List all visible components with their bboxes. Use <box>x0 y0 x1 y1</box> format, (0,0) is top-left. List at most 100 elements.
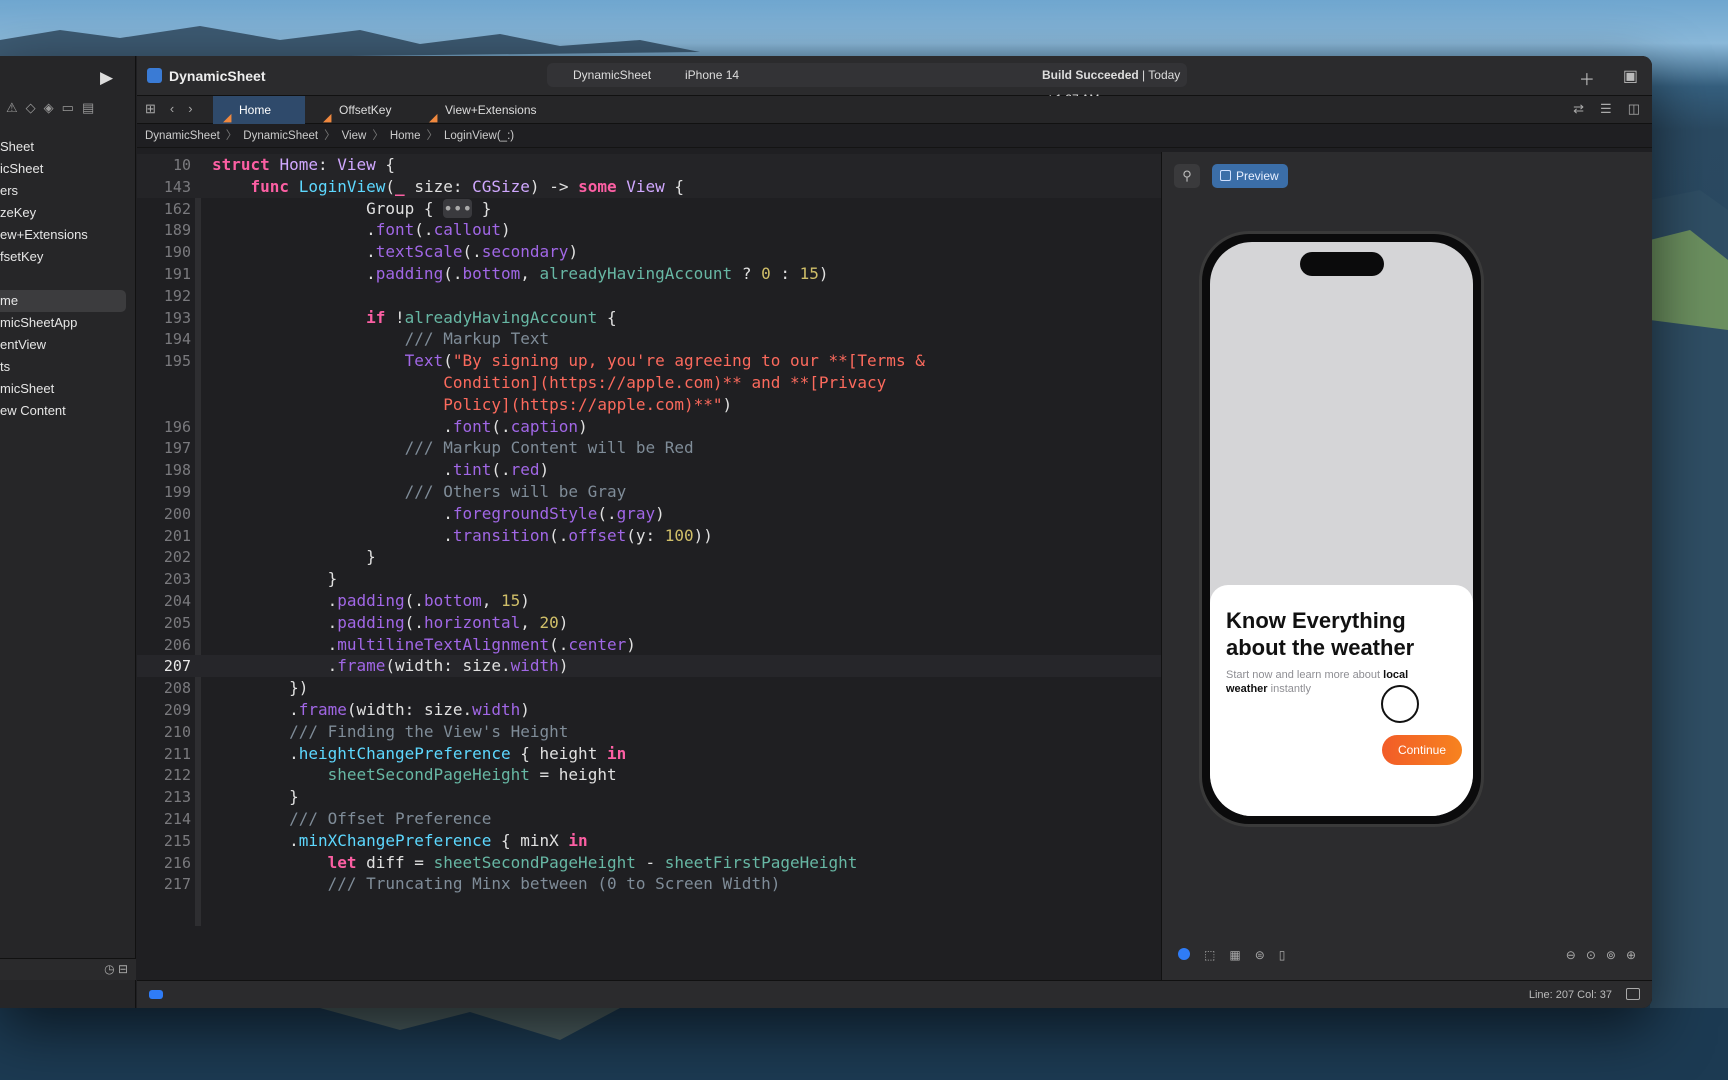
back-icon[interactable]: ‹ <box>170 101 174 117</box>
tab-view-extensions[interactable]: ◢ View+Extensions <box>419 96 569 124</box>
tab-home[interactable]: ◢ Home <box>213 96 305 124</box>
test-icon[interactable]: ◈ <box>44 100 54 116</box>
code-line[interactable]: 201 .transition(.offset(y: 100)) <box>137 525 1161 547</box>
code-line[interactable]: 195 Text("By signing up, you're agreeing… <box>137 350 1161 372</box>
code-line[interactable]: 207 .frame(width: size.width) <box>137 655 1161 678</box>
sidebar-item[interactable]: icSheet <box>0 158 136 180</box>
code-line[interactable]: 143 func LoginView(_ size: CGSize) -> so… <box>137 175 1161 198</box>
code-line[interactable]: Policy](https://apple.com)**") <box>137 394 1161 416</box>
sidebar-item[interactable]: me <box>0 290 126 312</box>
breadcrumb-item[interactable]: View <box>342 130 367 142</box>
code-line[interactable]: 209 .frame(width: size.width) <box>137 699 1161 721</box>
device-icon[interactable]: ▯ <box>1279 948 1286 962</box>
report-icon[interactable]: ▤ <box>82 100 94 116</box>
swap-icon[interactable]: ⇄ <box>1573 101 1584 117</box>
sidebar-item[interactable]: ew Content <box>0 400 136 422</box>
forward-icon[interactable]: › <box>188 101 192 117</box>
sidebar-item[interactable]: micSheet <box>0 378 136 400</box>
code-line[interactable]: 199 /// Others will be Gray <box>137 481 1161 503</box>
sidebar-item[interactable]: ew+Extensions <box>0 224 136 246</box>
code-line[interactable]: 198 .tint(.red) <box>137 459 1161 481</box>
code-line[interactable]: 213 } <box>137 786 1161 808</box>
code-line[interactable]: 206 .multilineTextAlignment(.center) <box>137 634 1161 656</box>
code-text: Group { ••• } <box>212 198 492 218</box>
code-line[interactable]: 162 Group { ••• } <box>137 198 1161 220</box>
code-line[interactable]: 10 struct Home: View { <box>137 154 1161 176</box>
code-line[interactable]: 211 .heightChangePreference { height in <box>137 743 1161 765</box>
inspector-toggle-icon[interactable]: ▣ <box>1623 66 1638 90</box>
code-line[interactable]: 212 sheetSecondPageHeight = height <box>137 764 1161 786</box>
continue-button[interactable]: Continue <box>1382 735 1462 765</box>
variants-icon[interactable]: ▦ <box>1229 948 1240 962</box>
live-mode-icon[interactable] <box>1178 948 1190 960</box>
line-number: 162 <box>163 199 191 218</box>
code-line[interactable]: 194 /// Markup Text <box>137 328 1161 350</box>
tag-icon[interactable]: ▭ <box>62 100 74 116</box>
code-line[interactable]: 190 .textScale(.secondary) <box>137 241 1161 263</box>
line-number: 214 <box>163 810 191 828</box>
tab-offsetkey[interactable]: ◢ OffsetKey <box>313 96 413 124</box>
breadcrumb-item[interactable]: DynamicSheet <box>243 130 318 142</box>
line-number: 193 <box>163 308 191 327</box>
zoom-fit-icon[interactable]: ⊙ <box>1586 948 1596 962</box>
selectable-mode-icon[interactable]: ⬚ <box>1204 948 1215 962</box>
sidebar-item[interactable]: ers <box>0 180 136 202</box>
code-editor[interactable]: 10 struct Home: View {143 func LoginView(… <box>137 152 1161 980</box>
code-text: .font(.callout) <box>212 220 511 240</box>
warning-icon[interactable]: ⚠ <box>6 100 18 116</box>
breadcrumb-item[interactable]: Home <box>390 130 421 142</box>
code-line[interactable]: 197 /// Markup Content will be Red <box>137 437 1161 459</box>
breadcrumb-item[interactable]: LoginView(_:) <box>444 130 514 142</box>
code-line[interactable]: 193 if !alreadyHavingAccount { <box>137 307 1161 329</box>
pin-icon[interactable]: ⚲ <box>1174 164 1200 188</box>
code-line[interactable]: 210 /// Finding the View's Height <box>137 721 1161 743</box>
debug-area-toggle-icon[interactable] <box>1626 988 1640 1000</box>
code-line[interactable]: 215 .minXChangePreference { minX in <box>137 830 1161 852</box>
zoom-in-icon[interactable]: ⊕ <box>1626 948 1636 962</box>
code-line[interactable]: 191 .padding(.bottom, alreadyHavingAccou… <box>137 263 1161 285</box>
toolbar: DynamicSheet DynamicSheet iPhone 14 Buil… <box>137 56 1652 106</box>
editor-options-icon[interactable]: ☰ <box>1600 101 1612 117</box>
device-settings-icon[interactable]: ⊜ <box>1255 948 1265 962</box>
add-icon[interactable]: ＋ <box>1579 66 1595 90</box>
code-line[interactable]: 203 } <box>137 568 1161 590</box>
breadcrumb-item[interactable]: DynamicSheet <box>145 130 220 142</box>
code-line[interactable]: 214 /// Offset Preference <box>137 808 1161 830</box>
preview-button[interactable]: Preview <box>1212 164 1288 188</box>
sidebar-item[interactable]: entView <box>0 334 136 356</box>
code-line[interactable]: Condition](https://apple.com)** and **[P… <box>137 372 1161 394</box>
filter-icon[interactable]: ◷ ⊟ <box>104 962 128 976</box>
code-line[interactable]: 202 } <box>137 546 1161 568</box>
sidebar-item[interactable]: Sheet <box>0 136 136 158</box>
code-line[interactable]: 189 .font(.callout) <box>137 219 1161 241</box>
grid-icon[interactable]: ⊞ <box>145 101 156 117</box>
sidebar-item[interactable]: fsetKey <box>0 246 136 268</box>
code-text: .heightChangePreference { height in <box>212 743 627 763</box>
scheme-status-bar[interactable]: DynamicSheet iPhone 14 Build Succeeded |… <box>547 63 1187 106</box>
code-line[interactable]: 217 /// Truncating Minx between (0 to Sc… <box>137 873 1161 895</box>
zoom-out-icon[interactable]: ⊖ <box>1566 948 1576 962</box>
code-line[interactable]: 200 .foregroundStyle(.gray) <box>137 503 1161 525</box>
code-text: Text("By signing up, you're agreeing to … <box>404 351 925 371</box>
code-line[interactable]: 204 .padding(.bottom, 15) <box>137 590 1161 612</box>
code-text: .textScale(.secondary) <box>212 242 579 262</box>
sidebar-item[interactable]: zeKey <box>0 202 136 224</box>
run-icon[interactable]: ▶ <box>100 68 113 88</box>
diamond-icon[interactable]: ◇ <box>26 100 36 116</box>
code-line[interactable]: 196 .font(.caption) <box>137 416 1161 438</box>
scheme-device[interactable]: iPhone 14 <box>685 63 739 87</box>
line-number: 206 <box>163 635 191 654</box>
scheme-target[interactable]: DynamicSheet <box>573 63 651 87</box>
status-bar: Line: 207 Col: 37 <box>137 980 1652 1008</box>
zoom-actual-icon[interactable]: ⊚ <box>1606 948 1616 962</box>
sidebar-item[interactable] <box>0 268 136 290</box>
code-line[interactable]: 208 }) <box>137 677 1161 699</box>
sidebar-item[interactable]: micSheetApp <box>0 312 136 334</box>
code-line[interactable]: 216 let diff = sheetSecondPageHeight - s… <box>137 852 1161 874</box>
line-number: 198 <box>163 461 191 480</box>
code-text: .transition(.offset(y: 100)) <box>212 525 713 545</box>
code-line[interactable]: 205 .padding(.horizontal, 20) <box>137 612 1161 634</box>
sidebar-item[interactable]: ts <box>0 356 136 378</box>
code-line[interactable]: 192 <box>137 285 1161 307</box>
split-editor-icon[interactable]: ◫ <box>1628 101 1640 117</box>
